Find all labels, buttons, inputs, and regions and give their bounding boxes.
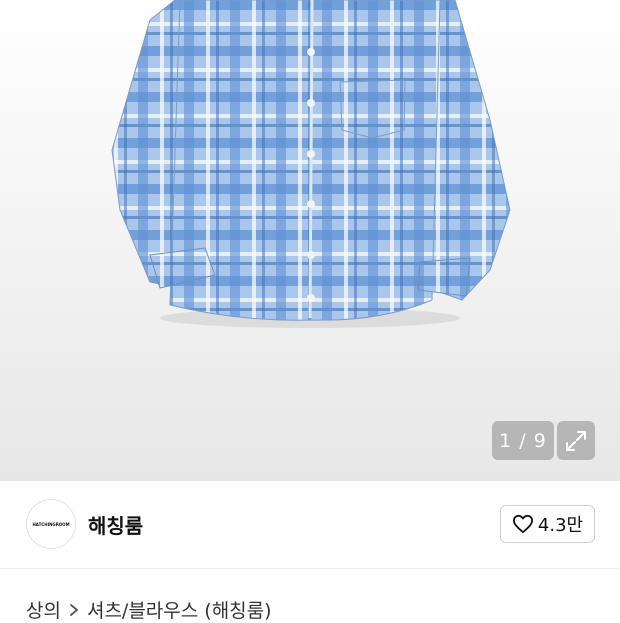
shop-logo[interactable]: HATCHINGROOM — [26, 499, 76, 549]
like-button[interactable]: 4.3만 — [500, 505, 595, 543]
shop-logo-text: HATCHINGROOM — [32, 521, 70, 527]
breadcrumb-item-subcategory[interactable]: 셔츠/블라우스 (해칭룸) — [87, 596, 272, 623]
breadcrumb-item-category[interactable]: 상의 — [26, 596, 61, 623]
product-image-gallery[interactable]: 1 / 9 — [0, 0, 620, 481]
image-counter: 1 / 9 — [492, 421, 554, 460]
heart-outline-icon — [512, 514, 533, 534]
shop-name[interactable]: 해칭룸 — [88, 510, 143, 539]
expand-icon — [566, 430, 586, 451]
expand-button[interactable] — [557, 421, 595, 460]
product-image — [0, 0, 620, 481]
breadcrumb: 상의 셔츠/블라우스 (해칭룸) — [26, 596, 272, 623]
chevron-right-icon — [70, 603, 78, 616]
like-count: 4.3만 — [537, 515, 584, 536]
